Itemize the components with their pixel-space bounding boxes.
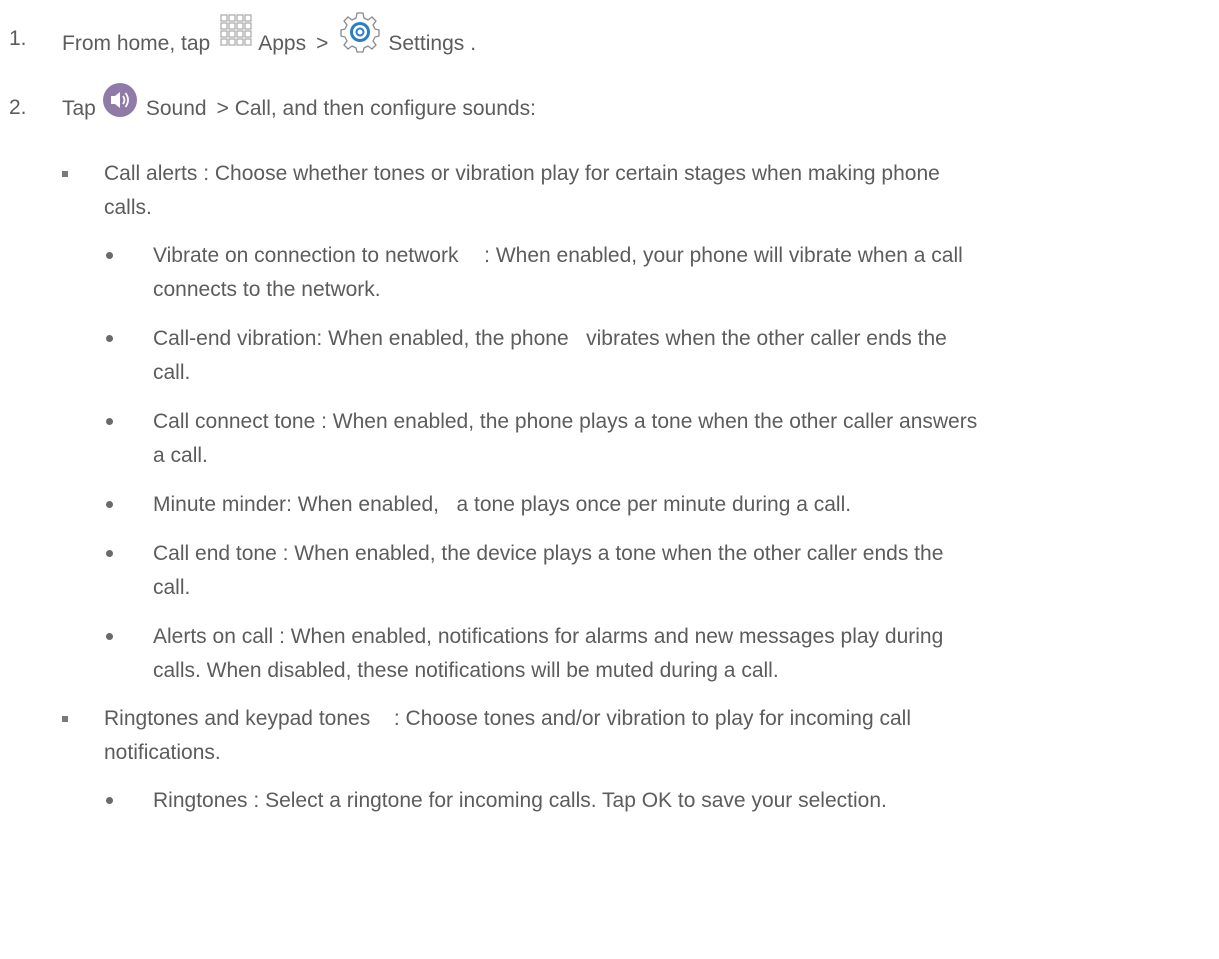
round-bullet-icon: [106, 501, 113, 508]
list-item-call-connect-tone: Call connect tone : When enabled, the ph…: [106, 405, 1209, 473]
item-term: Alerts on call: [153, 625, 274, 648]
item-desc-cont: call.: [153, 576, 191, 599]
item-desc: : When enabled, notifications for alarms…: [279, 625, 944, 648]
list-item-alerts-on-call: Alerts on call : When enabled, notificat…: [106, 620, 1209, 688]
item-desc: : When enabled, the device plays a tone …: [282, 542, 944, 565]
list-item-ringtones: Ringtones : Select a ringtone for incomi…: [106, 784, 1209, 818]
square-bullet-icon: [62, 716, 68, 722]
sound-label: Sound: [145, 97, 207, 120]
separator-call: > Call: [216, 97, 271, 120]
settings-label: Settings: [388, 32, 465, 55]
item-desc: : Select a ringtone for incoming calls. …: [253, 789, 887, 812]
step-suffix: .: [470, 32, 477, 55]
list-item-minute-minder: Minute minder: When enabled, a tone play…: [106, 488, 1209, 522]
item-desc-cont: calls. When disabled, these notification…: [153, 659, 779, 682]
document-page: 1. From home, tap Apps > Settings . 2. T…: [0, 0, 1219, 959]
item-desc: : When enabled, your phone will vibrate …: [484, 244, 963, 267]
item-term: Call alerts: [104, 162, 198, 185]
step-prefix: Tap: [62, 97, 96, 120]
square-bullet-icon: [62, 171, 68, 177]
round-bullet-icon: [106, 335, 113, 342]
step-number: 2.: [9, 96, 27, 119]
item-desc: : When enabled, a tone plays once per mi…: [286, 493, 852, 516]
sound-speaker-icon: [102, 82, 138, 118]
separator: >: [316, 32, 329, 55]
item-desc: : When enabled, the phone plays a tone w…: [321, 410, 978, 433]
step-prefix: From home, tap: [62, 32, 211, 55]
settings-gear-icon: [338, 10, 382, 54]
item-desc: : Choose whether tones or vibration play…: [203, 162, 940, 185]
item-desc-cont: connects to the network.: [153, 278, 381, 301]
item-desc-cont: a call.: [153, 444, 208, 467]
item-desc-cont: notifications.: [104, 741, 221, 764]
round-bullet-icon: [106, 252, 113, 259]
round-bullet-icon: [106, 550, 113, 557]
item-desc-cont: calls.: [104, 196, 152, 219]
list-item-call-alerts: Call alerts : Choose whether tones or vi…: [62, 157, 1209, 225]
apps-grid-icon: [218, 12, 254, 48]
item-term: Call-end vibration: [153, 327, 317, 350]
round-bullet-icon: [106, 797, 113, 804]
round-bullet-icon: [106, 418, 113, 425]
list-item-vibrate-on-connection: Vibrate on connection to network : When …: [106, 239, 1209, 307]
item-term: Ringtones: [153, 789, 248, 812]
item-term: Call connect tone: [153, 410, 316, 433]
item-term: Call end tone: [153, 542, 277, 565]
item-term: Minute minder: [153, 493, 287, 516]
item-desc: : Choose tones and/or vibration to play …: [393, 707, 912, 730]
list-item-call-end-vibration: Call-end vibration: When enabled, the ph…: [106, 322, 1209, 390]
step-number: 1.: [9, 27, 27, 50]
list-item-call-end-tone: Call end tone : When enabled, the device…: [106, 537, 1209, 605]
step-suffix: , and then configure sounds:: [270, 97, 536, 120]
item-desc-cont: call.: [153, 361, 191, 384]
step-text: From home, tap Apps > Settings .: [62, 12, 477, 66]
item-desc: : When enabled, the phone vibrates when …: [316, 327, 947, 350]
step-text: Tap Sound > Call , and then configure so…: [62, 83, 536, 127]
list-item-ringtones-and-keypad-tones: Ringtones and keypad tones : Choose tone…: [62, 702, 1209, 770]
item-term: Vibrate on connection to network: [153, 244, 459, 267]
item-term: Ringtones and keypad tones: [104, 707, 371, 730]
round-bullet-icon: [106, 633, 113, 640]
apps-label: Apps: [258, 32, 307, 55]
